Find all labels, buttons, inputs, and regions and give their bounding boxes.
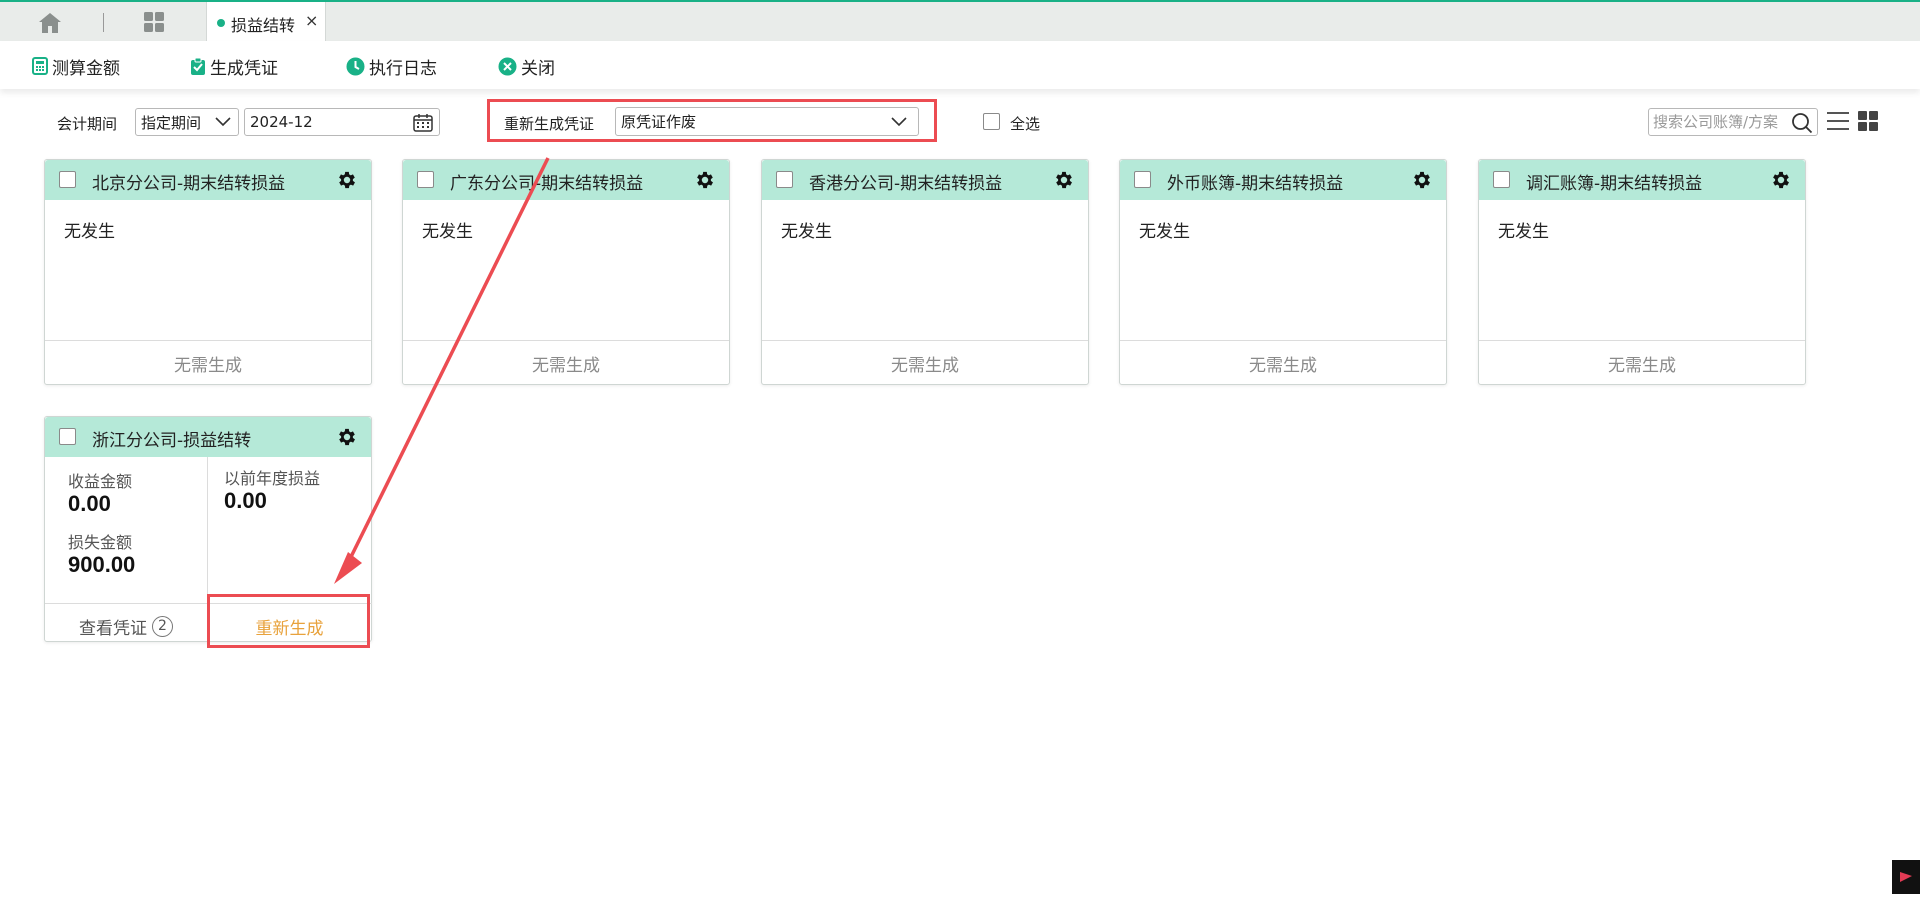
search-icon[interactable]	[1791, 112, 1813, 134]
card-status: 无发生	[422, 222, 473, 242]
chevron-down-icon	[215, 117, 231, 127]
calculate-amount-button[interactable]: 测算金额	[32, 55, 120, 79]
regenerate-option-select[interactable]: 原凭证作废	[615, 107, 919, 136]
period-date-value: 2024-12	[250, 113, 313, 131]
close-button[interactable]: 关闭	[498, 55, 555, 79]
card-footer-action[interactable]: 无需生成	[1479, 340, 1805, 385]
execution-log-label: 执行日志	[369, 58, 437, 79]
list-view-icon[interactable]	[1826, 110, 1850, 132]
card-header: 调汇账簿-期末结转损益	[1479, 160, 1805, 200]
gear-icon[interactable]	[336, 426, 358, 448]
card-header: 外币账簿-期末结转损益	[1120, 160, 1446, 200]
calculate-amount-label: 测算金额	[52, 58, 120, 79]
close-label: 关闭	[521, 58, 555, 79]
period-label: 会计期间	[57, 115, 118, 133]
card-divider	[207, 457, 208, 603]
clock-icon	[346, 57, 365, 75]
card-checkbox[interactable]	[417, 171, 434, 188]
loss-amount-value: 900.00	[68, 552, 136, 577]
card-checkbox[interactable]	[1493, 171, 1510, 188]
calculator-icon	[32, 57, 48, 75]
card-title: 北京分公司-期末结转损益	[92, 174, 286, 194]
ledger-card-hongkong: 香港分公司-期末结转损益 无发生 无需生成	[761, 159, 1089, 385]
view-voucher-label: 查看凭证	[79, 618, 147, 639]
regenerate-button-highlight	[207, 594, 370, 648]
generate-voucher-label: 生成凭证	[210, 58, 278, 79]
select-all-checkbox[interactable]	[983, 113, 1000, 130]
card-header: 香港分公司-期末结转损益	[762, 160, 1088, 200]
card-status: 无发生	[1498, 222, 1549, 242]
search-input[interactable]	[1653, 110, 1793, 134]
card-checkbox[interactable]	[1134, 171, 1151, 188]
ledger-card-guangdong: 广东分公司-期末结转损益 无发生 无需生成	[402, 159, 730, 385]
apps-grid-icon[interactable]	[143, 11, 165, 33]
card-footer-action[interactable]: 无需生成	[1120, 340, 1446, 385]
regenerate-option-value: 原凭证作废	[621, 113, 697, 131]
card-title: 调汇账簿-期末结转损益	[1526, 174, 1703, 194]
ledger-card-beijing: 北京分公司-期末结转损益 无发生 无需生成	[44, 159, 372, 385]
search-box	[1648, 108, 1818, 136]
income-amount-value: 0.00	[68, 491, 111, 516]
tab-profit-loss-transfer[interactable]: 损益结转 ×	[206, 2, 326, 43]
tab-active-dot	[217, 19, 225, 27]
period-mode-value: 指定期间	[141, 113, 202, 132]
card-header: 北京分公司-期末结转损益	[45, 160, 371, 200]
ledger-card-foreign-currency: 外币账簿-期末结转损益 无发生 无需生成	[1119, 159, 1447, 385]
gear-icon[interactable]	[1411, 169, 1433, 191]
card-footer-action[interactable]: 无需生成	[45, 340, 371, 385]
regenerate-voucher-label: 重新生成凭证	[504, 115, 595, 133]
ledger-card-exchange-adjust: 调汇账簿-期末结转损益 无发生 无需生成	[1478, 159, 1806, 385]
card-footer-action[interactable]: 无需生成	[403, 340, 729, 385]
card-status: 无发生	[64, 222, 115, 242]
corner-widget-icon[interactable]	[1892, 860, 1920, 894]
gear-icon[interactable]	[694, 169, 716, 191]
grid-view-icon[interactable]	[1857, 110, 1879, 132]
clipboard-icon	[191, 57, 205, 75]
calendar-icon[interactable]	[413, 113, 433, 132]
view-voucher-button[interactable]: 查看凭证 2	[45, 603, 207, 648]
gear-icon[interactable]	[336, 169, 358, 191]
gear-icon[interactable]	[1770, 169, 1792, 191]
card-footer-action[interactable]: 无需生成	[762, 340, 1088, 385]
tab-close-icon[interactable]: ×	[305, 11, 318, 30]
card-title: 浙江分公司-损益结转	[92, 431, 252, 451]
period-mode-select[interactable]: 指定期间	[135, 108, 239, 136]
home-icon[interactable]	[38, 12, 62, 34]
chevron-down-icon	[891, 117, 907, 127]
prior-year-label: 以前年度损益	[224, 469, 321, 488]
voucher-count-badge: 2	[152, 615, 173, 637]
close-circle-icon	[498, 57, 517, 75]
card-header: 浙江分公司-损益结转	[45, 417, 371, 457]
select-all-label: 全选	[1010, 115, 1041, 133]
gear-icon[interactable]	[1053, 169, 1075, 191]
card-checkbox[interactable]	[59, 428, 76, 445]
flag-icon	[1900, 872, 1912, 882]
tab-label: 损益结转	[231, 16, 296, 35]
execution-log-button[interactable]: 执行日志	[346, 55, 437, 79]
card-title: 香港分公司-期末结转损益	[809, 174, 1003, 194]
card-checkbox[interactable]	[59, 171, 76, 188]
card-title: 外币账簿-期末结转损益	[1167, 174, 1344, 194]
tab-separator	[103, 13, 104, 32]
card-header: 广东分公司-期末结转损益	[403, 160, 729, 200]
generate-voucher-button[interactable]: 生成凭证	[190, 55, 278, 79]
card-checkbox[interactable]	[776, 171, 793, 188]
toolbar: 测算金额 生成凭证 执行日志 关闭	[0, 41, 1920, 89]
prior-year-value: 0.00	[224, 488, 267, 513]
tab-bar: 损益结转 ×	[0, 0, 1920, 43]
card-status: 无发生	[781, 222, 832, 242]
card-status: 无发生	[1139, 222, 1190, 242]
income-amount-label: 收益金额	[68, 472, 133, 491]
period-date-input[interactable]: 2024-12	[244, 108, 440, 136]
card-title: 广东分公司-期末结转损益	[450, 174, 644, 194]
loss-amount-label: 损失金额	[68, 533, 133, 552]
